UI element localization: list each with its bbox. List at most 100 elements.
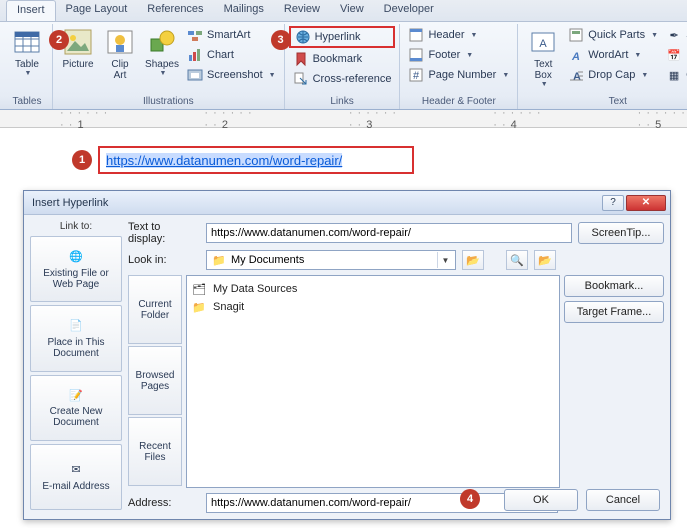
group-headerfooter: Header▼ Footer▼ #Page Number▼ Header & F… [400, 24, 518, 109]
link-to-panel: Link to: 🌐Existing File or Web Page 📄Pla… [30, 221, 122, 513]
document-area[interactable]: 1 https://www.datanumen.com/word-repair/ [0, 128, 687, 188]
globe-page-icon: 🌐 [68, 249, 84, 265]
subnav-recent-files[interactable]: Recent Files [128, 417, 182, 486]
list-item[interactable]: 🗂My Data Sources [191, 280, 555, 298]
dropcap-button[interactable]: ADrop Cap▼ [564, 66, 662, 84]
file-list[interactable]: 🗂My Data Sources 📁Snagit [186, 275, 560, 488]
folder-icon: 📁 [211, 252, 227, 268]
group-label-links: Links [289, 95, 396, 109]
list-item[interactable]: 📁Snagit [191, 298, 555, 316]
new-doc-icon: 📝 [68, 387, 84, 403]
table-button[interactable]: Table▼ [6, 24, 48, 77]
callout-3: 3 [271, 30, 291, 50]
chart-icon [187, 47, 203, 63]
group-text: AText Box▼ Quick Parts▼ AWordArt▼ ADrop … [518, 24, 687, 109]
hyperlink-button[interactable]: Hyperlink [289, 26, 396, 48]
tab-mailings[interactable]: Mailings [214, 0, 274, 21]
group-links: 3 Hyperlink Bookmark Cross-reference Lin… [285, 24, 401, 109]
chart-button[interactable]: Chart [183, 46, 280, 64]
folder-icon: 🗂 [191, 281, 207, 297]
nav-place-in-doc[interactable]: 📄Place in This Document [30, 305, 122, 371]
svg-text:A: A [571, 51, 580, 63]
text-to-display-label: Text to display: [128, 221, 200, 245]
browse-file-button[interactable]: 📂 [534, 250, 556, 270]
textbox-button[interactable]: AText Box▼ [522, 24, 564, 88]
text-to-display-input[interactable] [206, 223, 572, 243]
smartart-button[interactable]: SmartArt [183, 26, 280, 44]
obj-icon: ▦ [666, 67, 682, 83]
header-button[interactable]: Header▼ [404, 26, 513, 44]
tab-view[interactable]: View [330, 0, 374, 21]
header-icon [408, 27, 424, 43]
up-folder-icon: 📂 [466, 254, 480, 267]
tab-references[interactable]: References [137, 0, 213, 21]
footer-icon [408, 47, 424, 63]
footer-button[interactable]: Footer▼ [404, 46, 513, 64]
svg-text:A: A [540, 38, 548, 50]
obj-button[interactable]: ▦Obje [662, 66, 687, 84]
dropcap-icon: A [568, 67, 584, 83]
selected-url-text[interactable]: https://www.datanumen.com/word-repair/ [106, 153, 342, 168]
ribbon-tabs: Insert Page Layout References Mailings R… [0, 0, 687, 22]
tab-developer[interactable]: Developer [374, 0, 444, 21]
screentip-button[interactable]: ScreenTip... [578, 222, 664, 244]
insert-hyperlink-dialog: Insert Hyperlink ? ✕ Link to: 🌐Existing … [23, 190, 671, 520]
subnav-browsed-pages[interactable]: Browsed Pages [128, 346, 182, 415]
ok-button[interactable]: OK [504, 489, 578, 511]
search-web-icon: 🔍 [510, 254, 524, 267]
group-tables: Table▼ Tables [2, 24, 53, 109]
up-folder-button[interactable]: 📂 [462, 250, 484, 270]
clipart-button[interactable]: Clip Art [99, 24, 141, 81]
nav-email-address[interactable]: ✉E-mail Address [30, 444, 122, 510]
wordart-button[interactable]: AWordArt▼ [564, 46, 662, 64]
open-folder-icon: 📂 [538, 254, 552, 267]
close-button[interactable]: ✕ [626, 195, 666, 211]
shapes-button[interactable]: Shapes▼ [141, 24, 183, 77]
browse-web-button[interactable]: 🔍 [506, 250, 528, 270]
lookin-combo[interactable]: 📁 My Documents ▼ [206, 250, 456, 270]
quickparts-button[interactable]: Quick Parts▼ [564, 26, 662, 44]
dialog-title: Insert Hyperlink [32, 197, 108, 209]
bookmark-button[interactable]: Bookmark [289, 50, 396, 68]
nav-existing-file[interactable]: 🌐Existing File or Web Page [30, 236, 122, 302]
callout-2: 2 [49, 30, 69, 50]
bookmark-dlg-button[interactable]: Bookmark... [564, 275, 664, 297]
sign-button[interactable]: ✒Sign [662, 26, 687, 44]
crossref-icon [293, 71, 309, 87]
tab-page-layout[interactable]: Page Layout [56, 0, 138, 21]
dialog-titlebar[interactable]: Insert Hyperlink ? ✕ [24, 191, 670, 215]
dialog-main: Text to display: ScreenTip... Look in: 📁… [128, 221, 664, 513]
pagenum-button[interactable]: #Page Number▼ [404, 66, 513, 84]
group-label-illustrations: Illustrations [57, 95, 280, 109]
link-to-label: Link to: [30, 221, 122, 232]
tab-review[interactable]: Review [274, 0, 330, 21]
browse-subnav: Current Folder Browsed Pages Recent File… [128, 275, 182, 488]
address-label: Address: [128, 497, 200, 509]
screenshot-button[interactable]: Screenshot▼ [183, 66, 280, 84]
date-button[interactable]: 📅Date [662, 46, 687, 64]
doc-target-icon: 📄 [68, 318, 84, 334]
screenshot-icon [187, 67, 203, 83]
target-frame-button[interactable]: Target Frame... [564, 301, 664, 323]
subnav-current-folder[interactable]: Current Folder [128, 275, 182, 344]
table-icon [11, 26, 43, 58]
folder-icon: 📁 [191, 299, 207, 315]
wordart-icon: A [568, 47, 584, 63]
hyperlink-icon [295, 29, 311, 45]
ribbon: Table▼ Tables 2 Picture Clip Art Shapes▼… [0, 22, 687, 110]
quickparts-icon [568, 27, 584, 43]
selected-url-box: https://www.datanumen.com/word-repair/ [98, 146, 414, 174]
cancel-button[interactable]: Cancel [586, 489, 660, 511]
date-icon: 📅 [666, 47, 682, 63]
tab-insert[interactable]: Insert [6, 0, 56, 21]
nav-create-new-doc[interactable]: 📝Create New Document [30, 375, 122, 441]
crossref-button[interactable]: Cross-reference [289, 70, 396, 88]
sign-icon: ✒ [666, 27, 682, 43]
shapes-icon [146, 26, 178, 58]
callout-1: 1 [72, 150, 92, 170]
bookmark-icon [293, 51, 309, 67]
email-icon: ✉ [68, 462, 84, 478]
help-button[interactable]: ? [602, 195, 624, 211]
svg-text:#: # [413, 70, 420, 82]
lookin-label: Look in: [128, 254, 200, 266]
